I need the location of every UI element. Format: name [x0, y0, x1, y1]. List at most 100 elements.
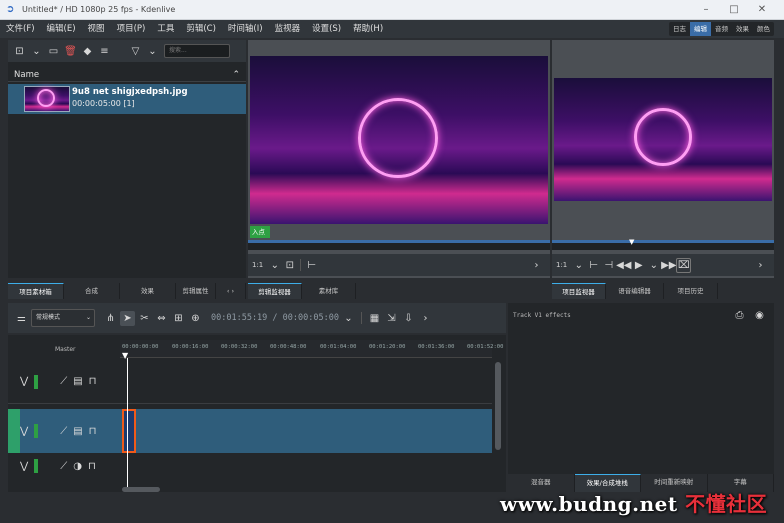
set-in-point-icon[interactable]: ⊢: [304, 258, 319, 273]
zoom-chevron-icon[interactable]: ⌄: [571, 258, 586, 273]
timeline-horizontal-scrollbar[interactable]: [122, 487, 160, 492]
menu-view[interactable]: 视图: [82, 20, 111, 38]
clip-monitor-video[interactable]: [250, 56, 548, 224]
lock-icon[interactable]: ⊓: [88, 461, 96, 472]
timeline-vertical-scrollbar[interactable]: [495, 362, 501, 450]
menu-clip[interactable]: 剪辑(C): [180, 20, 222, 38]
tab-undo-history[interactable]: 项目历史: [664, 283, 718, 299]
timeline-track-active[interactable]: ⋁ ⟋ ▤ ⊓: [8, 409, 492, 453]
tab-effects[interactable]: 效果: [120, 283, 176, 299]
tab-clip-monitor[interactable]: 剪辑监视器: [248, 283, 302, 299]
timecode-chevron-icon[interactable]: ⌄: [341, 311, 356, 326]
more-chevron-icon[interactable]: ›: [529, 258, 544, 273]
tab-compositions[interactable]: 合成: [64, 283, 120, 299]
delete-icon[interactable]: 🗑: [63, 44, 78, 59]
tab-clip-properties[interactable]: 剪辑属性: [176, 283, 216, 299]
insert-clip-icon[interactable]: ⇲: [384, 311, 399, 326]
layout-audio[interactable]: 音频: [711, 22, 732, 36]
edit-mode-select[interactable]: 常规模式 ⌄: [31, 309, 95, 327]
layout-effects[interactable]: 效果: [732, 22, 753, 36]
maximize-button[interactable]: □: [720, 0, 748, 20]
timeline-track[interactable]: ⋁ ⟋ ◑ ⊓: [8, 455, 492, 477]
menu-settings[interactable]: 设置(S): [306, 20, 347, 38]
overlay-toggle-icon[interactable]: ⌧: [676, 257, 692, 273]
sort-chevron-icon[interactable]: ⌃: [232, 68, 240, 82]
timeline-timecode[interactable]: 00:01:55:19 / 00:00:05:00: [211, 313, 339, 323]
razor-tool-icon[interactable]: ✂: [137, 311, 152, 326]
magnet-icon[interactable]: ⋔: [103, 311, 118, 326]
project-monitor-ruler[interactable]: ▼: [552, 238, 774, 250]
preview-render-icon[interactable]: ▦: [367, 311, 382, 326]
collapse-chevron-icon[interactable]: ⋁: [20, 461, 28, 472]
clip-monitor-ruler[interactable]: [248, 240, 550, 250]
film-icon[interactable]: ▤: [73, 426, 82, 437]
effects-wand-icon[interactable]: ⟋: [60, 426, 67, 437]
project-zoom-select[interactable]: 1:1: [552, 261, 571, 269]
visibility-eye-icon[interactable]: ◉: [752, 308, 767, 323]
bin-column-header[interactable]: Name ⌃: [8, 68, 246, 82]
track-toggle[interactable]: [34, 424, 39, 438]
bin-search-input[interactable]: 搜索...: [164, 44, 230, 58]
tab-project-bin[interactable]: 项目素材箱: [8, 283, 64, 299]
menu-edit[interactable]: 编辑(E): [41, 20, 82, 38]
overwrite-clip-icon[interactable]: ⇩: [401, 311, 416, 326]
folder-icon[interactable]: ▭: [46, 44, 61, 59]
filter-icon[interactable]: ▽: [128, 44, 143, 59]
lock-icon[interactable]: ⊓: [89, 376, 97, 387]
menu-bar: 文件(F) 编辑(E) 视图 项目(P) 工具 剪辑(C) 时间轴(I) 监视器…: [0, 20, 784, 38]
filter-chevron-icon[interactable]: ⌄: [145, 44, 160, 59]
tab-project-monitor[interactable]: 项目监视器: [552, 283, 606, 299]
more-chevron-icon[interactable]: ›: [418, 311, 433, 326]
tab-library[interactable]: 素材库: [302, 283, 356, 299]
timeline-clip[interactable]: [122, 409, 136, 453]
ripple-tool-icon[interactable]: ⊕: [188, 311, 203, 326]
menu-project[interactable]: 项目(P): [111, 20, 152, 38]
effects-wand-icon[interactable]: ⟋: [60, 376, 67, 387]
menu-monitor[interactable]: 监视器: [269, 20, 307, 38]
tab-text-editor[interactable]: 语音编辑器: [606, 283, 664, 299]
menu-timeline[interactable]: 时间轴(I): [222, 20, 269, 38]
bin-clip-row[interactable]: 9u8 net shigjxedpsh.jpg 00:00:05:00 [1]: [8, 84, 246, 114]
fit-zoom-icon[interactable]: ⊡: [282, 258, 297, 273]
playhead-marker-icon[interactable]: ▼: [629, 238, 634, 246]
menu-icon[interactable]: ≡: [97, 44, 112, 59]
track-toggle[interactable]: [34, 459, 39, 473]
timeline-track[interactable]: ⋁ ⟋ ▤ ⊓: [8, 360, 492, 404]
layout-logging[interactable]: 日志: [669, 22, 690, 36]
project-monitor-video[interactable]: [554, 78, 772, 201]
close-button[interactable]: ✕: [748, 0, 776, 20]
track-toggle[interactable]: [34, 374, 39, 389]
add-clip-icon[interactable]: ⊡: [12, 44, 27, 59]
more-chevron-icon[interactable]: ›: [753, 258, 768, 273]
slip-tool-icon[interactable]: ⊞: [171, 311, 186, 326]
tag-icon[interactable]: ◆: [80, 44, 95, 59]
save-stack-icon[interactable]: ⎙: [732, 308, 747, 323]
track-settings-icon[interactable]: ⚌: [14, 311, 29, 326]
play-chevron-icon[interactable]: ⌄: [646, 258, 661, 273]
menu-file[interactable]: 文件(F): [0, 20, 41, 38]
fast-forward-icon[interactable]: ▶▶: [661, 258, 676, 273]
collapse-chevron-icon[interactable]: ⋁: [20, 426, 28, 437]
set-in-point-icon[interactable]: ⊢: [586, 258, 601, 273]
set-out-point-icon[interactable]: ⊣: [601, 258, 616, 273]
layout-color[interactable]: 颜色: [753, 22, 774, 36]
collapse-chevron-icon[interactable]: ⋁: [20, 376, 28, 387]
playhead-line[interactable]: [127, 358, 128, 492]
clip-zoom-select[interactable]: 1:1: [248, 261, 267, 269]
tab-scroll-arrows-icon[interactable]: ‹ ›: [216, 283, 246, 299]
minimize-button[interactable]: –: [692, 0, 720, 20]
menu-help[interactable]: 帮助(H): [347, 20, 389, 38]
select-tool-icon[interactable]: ➤: [120, 310, 135, 326]
chevron-down-icon[interactable]: ⌄: [29, 44, 44, 59]
effects-wand-icon[interactable]: ⟋: [60, 461, 67, 472]
lock-icon[interactable]: ⊓: [89, 426, 97, 437]
menu-tools[interactable]: 工具: [151, 20, 180, 38]
film-icon[interactable]: ▤: [73, 376, 82, 387]
master-label: Master: [55, 346, 76, 353]
layout-editing[interactable]: 编辑: [690, 22, 711, 36]
play-icon[interactable]: ▶: [631, 258, 646, 273]
rewind-icon[interactable]: ◀◀: [616, 258, 631, 273]
zoom-chevron-icon[interactable]: ⌄: [267, 258, 282, 273]
spacer-tool-icon[interactable]: ⇔: [154, 311, 169, 326]
audio-icon[interactable]: ◑: [73, 461, 82, 472]
